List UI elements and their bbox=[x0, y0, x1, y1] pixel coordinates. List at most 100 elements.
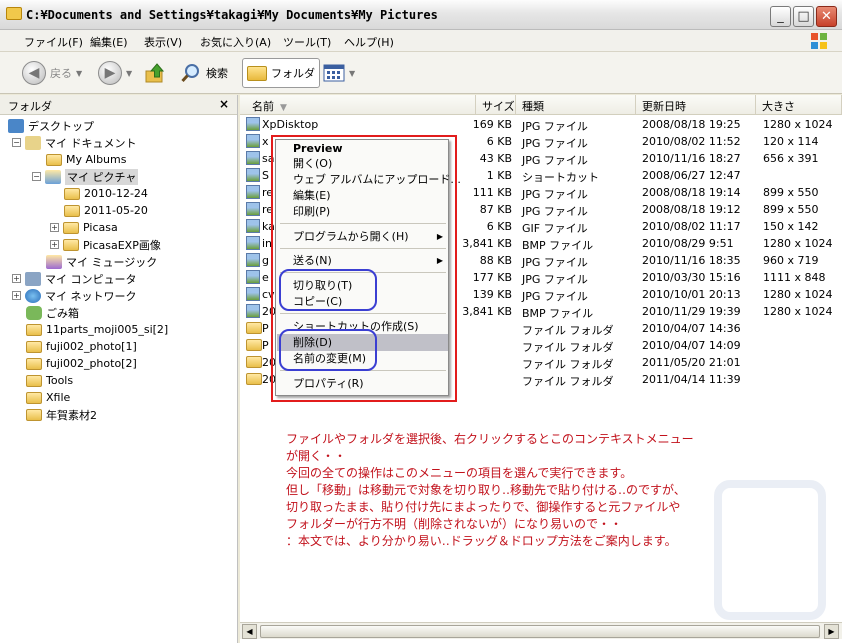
back-button[interactable]: ◀ 戻る ▼ bbox=[22, 58, 82, 88]
sort-down-icon: ▼ bbox=[280, 103, 287, 113]
tree-item-my-documents[interactable]: − マイ ドキュメント bbox=[12, 134, 137, 151]
close-button[interactable]: ✕ bbox=[816, 6, 837, 27]
tree-item-my-computer[interactable]: + マイ コンピュータ bbox=[12, 270, 137, 287]
column-header-date[interactable]: 更新日時 bbox=[636, 95, 756, 115]
folders-button[interactable]: フォルダ bbox=[242, 58, 320, 88]
folder-icon bbox=[64, 187, 80, 200]
cell-name: e bbox=[262, 271, 269, 284]
image-file-icon bbox=[246, 287, 260, 301]
folder-icon bbox=[26, 340, 42, 353]
scroll-right-icon[interactable]: ▶ bbox=[824, 624, 839, 639]
views-button[interactable]: ▼ bbox=[323, 58, 355, 88]
tree-item-folder[interactable]: fuji002_photo[1] bbox=[26, 338, 137, 355]
tree-item-recycle-bin[interactable]: ごみ箱 bbox=[26, 304, 79, 321]
maximize-button[interactable]: □ bbox=[793, 6, 814, 27]
blue-highlight-cut-copy bbox=[279, 269, 377, 311]
tree-label: Xfile bbox=[46, 391, 71, 404]
annotation-text: ファイルやフォルダを選択後、右クリックするとこのコンテキストメニュー が開く・・… bbox=[286, 431, 814, 550]
collapse-icon[interactable]: − bbox=[32, 172, 41, 181]
menu-edit[interactable]: 編集(E) bbox=[90, 34, 128, 50]
back-label: 戻る bbox=[50, 67, 72, 80]
menu-bar: ファイル(F) 編集(E) 表示(V) お気に入り(A) ツール(T) ヘルプ(… bbox=[0, 30, 842, 52]
minimize-button[interactable]: _ bbox=[770, 6, 791, 27]
close-pane-icon[interactable]: × bbox=[219, 97, 229, 111]
tree-item-2010-12-24[interactable]: 2010-12-24 bbox=[64, 185, 148, 202]
tree-item-2011-05-20[interactable]: 2011-05-20 bbox=[64, 202, 148, 219]
column-dimensions-label: 大きさ bbox=[762, 100, 795, 113]
column-header-size[interactable]: サイズ bbox=[476, 95, 516, 115]
folder-icon bbox=[246, 339, 262, 351]
folder-icon bbox=[26, 408, 42, 421]
image-file-icon bbox=[246, 253, 260, 267]
expand-icon[interactable]: + bbox=[50, 223, 59, 232]
cell-size: 6 KB bbox=[486, 135, 512, 148]
tree-label: Tools bbox=[46, 374, 74, 387]
collapse-icon[interactable]: − bbox=[12, 138, 21, 147]
chevron-down-icon: ▼ bbox=[76, 68, 83, 78]
tree-item-my-albums[interactable]: My Albums bbox=[46, 151, 126, 168]
expand-icon[interactable]: + bbox=[12, 274, 21, 283]
scroll-left-icon[interactable]: ◀ bbox=[242, 624, 257, 639]
cell-size: 3,841 KB bbox=[462, 305, 512, 318]
file-row[interactable]: XpDisktop 169 KB JPG ファイル 2008/08/18 19:25 1… bbox=[240, 116, 842, 133]
search-button[interactable]: 検索 bbox=[180, 58, 228, 88]
cell-type: ショートカット bbox=[522, 171, 599, 184]
tree-label: マイ コンピュータ bbox=[45, 272, 137, 286]
image-file-icon bbox=[246, 304, 260, 318]
scrollbar-thumb[interactable] bbox=[260, 625, 820, 638]
tree-label: マイ ネットワーク bbox=[45, 289, 137, 303]
tree-item-folder[interactable]: fuji002_photo[2] bbox=[26, 355, 137, 372]
image-file-icon bbox=[246, 185, 260, 199]
cell-dim: 899 x 550 bbox=[763, 186, 819, 199]
tree-item-my-pictures[interactable]: − マイ ピクチャ bbox=[32, 168, 139, 185]
cell-dim: 960 x 719 bbox=[763, 254, 819, 267]
cell-type: BMP ファイル bbox=[522, 307, 594, 320]
image-file-icon bbox=[246, 219, 260, 233]
menu-tools[interactable]: ツール(T) bbox=[283, 34, 331, 50]
cell-date: 2010/08/29 9:51 bbox=[642, 237, 734, 250]
menu-help[interactable]: ヘルプ(H) bbox=[344, 34, 394, 50]
music-folder-icon bbox=[46, 254, 62, 269]
tree-item-desktop[interactable]: デスクトップ bbox=[8, 117, 94, 134]
chevron-down-icon: ▼ bbox=[126, 68, 133, 78]
expand-icon[interactable]: + bbox=[50, 240, 59, 249]
recycle-bin-icon bbox=[26, 305, 42, 320]
tree-label: PicasaEXP画像 bbox=[83, 238, 161, 252]
tree-item-nenga[interactable]: 年賀素材2 bbox=[26, 406, 97, 423]
annotation-line: が開く・・ bbox=[286, 449, 347, 463]
menu-favorites[interactable]: お気に入り(A) bbox=[200, 34, 271, 50]
cell-dim: 899 x 550 bbox=[763, 203, 819, 216]
tree-label: fuji002_photo[1] bbox=[46, 340, 137, 353]
folder-icon bbox=[246, 322, 262, 334]
forward-button[interactable]: ▶ ▼ bbox=[98, 58, 132, 88]
cell-size: 111 KB bbox=[472, 186, 512, 199]
tree-item-tools[interactable]: Tools bbox=[26, 372, 73, 389]
tree-item-my-music[interactable]: マイ ミュージック bbox=[46, 253, 157, 270]
cell-date: 2008/06/27 12:47 bbox=[642, 169, 741, 182]
up-folder-button[interactable] bbox=[144, 58, 166, 88]
column-header-dimensions[interactable]: 大きさ bbox=[756, 95, 842, 115]
cell-type: JPG ファイル bbox=[522, 290, 588, 303]
tree-item-picasa[interactable]: + Picasa bbox=[50, 219, 118, 236]
cell-type: JPG ファイル bbox=[522, 188, 588, 201]
tree-label: ごみ箱 bbox=[46, 306, 79, 320]
tree-item-folder[interactable]: 11parts_moji005_si[2] bbox=[26, 321, 168, 338]
tree-item-xfile[interactable]: Xfile bbox=[26, 389, 70, 406]
expand-icon[interactable]: + bbox=[12, 291, 21, 300]
folders-label: フォルダ bbox=[271, 67, 315, 80]
menu-file[interactable]: ファイル(F) bbox=[24, 34, 83, 50]
cell-size: 3,841 KB bbox=[462, 237, 512, 250]
image-file-icon bbox=[246, 202, 260, 216]
annotation-line: 但し「移動」は移動元で対象を切り取り‥移動先で貼り付ける‥のですが、 bbox=[286, 483, 686, 497]
blue-highlight-delete-rename bbox=[279, 329, 377, 371]
column-header-name[interactable]: 名前 ▼ bbox=[240, 95, 476, 115]
menu-view[interactable]: 表示(V) bbox=[144, 34, 182, 50]
folders-icon bbox=[247, 65, 267, 81]
tree-item-picasaexp[interactable]: + PicasaEXP画像 bbox=[50, 236, 161, 253]
column-header-type[interactable]: 種類 bbox=[516, 95, 636, 115]
cell-size: 43 KB bbox=[479, 152, 512, 165]
cell-type: ファイル フォルダ bbox=[522, 324, 614, 337]
network-icon bbox=[25, 288, 41, 303]
tree-item-my-network[interactable]: + マイ ネットワーク bbox=[12, 287, 137, 304]
horizontal-scrollbar[interactable]: ◀ ▶ bbox=[240, 622, 842, 639]
